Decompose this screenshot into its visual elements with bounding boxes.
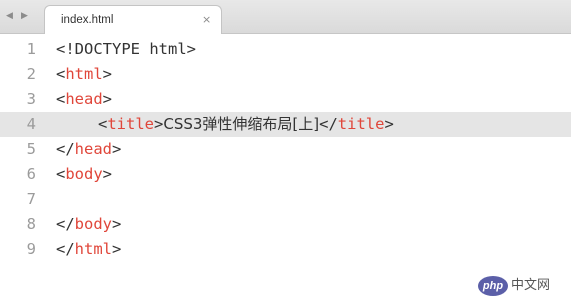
line-number: 2 bbox=[26, 65, 36, 83]
code-line-active: 4 <title>CSS3弹性伸缩布局[上]</title> bbox=[0, 112, 571, 137]
tag-name: head bbox=[74, 140, 112, 158]
bracket: > bbox=[154, 115, 164, 133]
bracket: > bbox=[112, 140, 122, 158]
line-number: 4 bbox=[26, 115, 36, 133]
code-line: 7 bbox=[0, 187, 571, 212]
code-line: 6 <body> bbox=[0, 162, 571, 187]
line-code: <title>CSS3弹性伸缩布局[上]</title> bbox=[98, 112, 394, 137]
tag-name: html bbox=[65, 65, 103, 83]
line-code: <body> bbox=[56, 162, 112, 187]
tag-name: title bbox=[107, 115, 155, 133]
bracket: > bbox=[112, 215, 122, 233]
line-code: <head> bbox=[56, 87, 112, 112]
code-line: 1 <!DOCTYPE html> bbox=[0, 37, 571, 62]
line-number: 9 bbox=[26, 240, 36, 258]
tag-name: body bbox=[74, 215, 112, 233]
title-text: CSS3弹性伸缩布局[上] bbox=[163, 115, 320, 133]
line-number: 8 bbox=[26, 215, 36, 233]
bracket: > bbox=[102, 90, 113, 108]
bracket: < bbox=[56, 165, 66, 183]
bracket: > bbox=[384, 115, 394, 133]
tab-bar: ◀ ▶ index.html × bbox=[0, 0, 571, 35]
doctype: <!DOCTYPE html> bbox=[56, 40, 196, 58]
bracket: > bbox=[112, 240, 122, 258]
line-code: </head> bbox=[56, 137, 121, 162]
tag-name: head bbox=[65, 90, 103, 108]
code-line: 9 </html> bbox=[0, 237, 571, 262]
bracket: </ bbox=[56, 215, 75, 233]
bracket: > bbox=[102, 165, 113, 183]
bracket: < bbox=[98, 115, 108, 133]
line-number: 5 bbox=[26, 140, 36, 158]
code-line: 5 </head> bbox=[0, 137, 571, 162]
line-code: </body> bbox=[56, 212, 121, 237]
bracket: > bbox=[102, 65, 113, 83]
line-number: 6 bbox=[26, 165, 36, 183]
tag-name: body bbox=[65, 165, 103, 183]
php-logo-badge: php bbox=[478, 276, 508, 296]
tag-name: html bbox=[74, 240, 112, 258]
tab-index-html[interactable]: index.html × bbox=[44, 5, 222, 35]
line-number: 7 bbox=[26, 190, 36, 208]
back-arrow-icon[interactable]: ◀ bbox=[6, 9, 13, 23]
bracket: </ bbox=[56, 240, 75, 258]
bracket: < bbox=[56, 90, 66, 108]
close-icon[interactable]: × bbox=[202, 13, 211, 26]
code-editor[interactable]: 1 <!DOCTYPE html> 2 <html> 3 <head> 4 <t… bbox=[0, 34, 571, 306]
line-number: 1 bbox=[26, 40, 36, 58]
tag-name: title bbox=[337, 115, 385, 133]
tab-label: index.html bbox=[61, 14, 114, 26]
bracket: </ bbox=[319, 115, 338, 133]
code-line: 2 <html> bbox=[0, 62, 571, 87]
code-line: 3 <head> bbox=[0, 87, 571, 112]
code-line: 8 </body> bbox=[0, 212, 571, 237]
line-number: 3 bbox=[26, 90, 36, 108]
bracket: </ bbox=[56, 140, 75, 158]
line-code: <!DOCTYPE html> bbox=[56, 37, 196, 62]
line-code: <html> bbox=[56, 62, 112, 87]
forward-arrow-icon[interactable]: ▶ bbox=[21, 9, 28, 23]
bracket: < bbox=[56, 65, 66, 83]
watermark-logo: php 中文网 bbox=[478, 274, 568, 300]
line-code: </html> bbox=[56, 237, 121, 262]
watermark-text: 中文网 bbox=[511, 278, 551, 293]
